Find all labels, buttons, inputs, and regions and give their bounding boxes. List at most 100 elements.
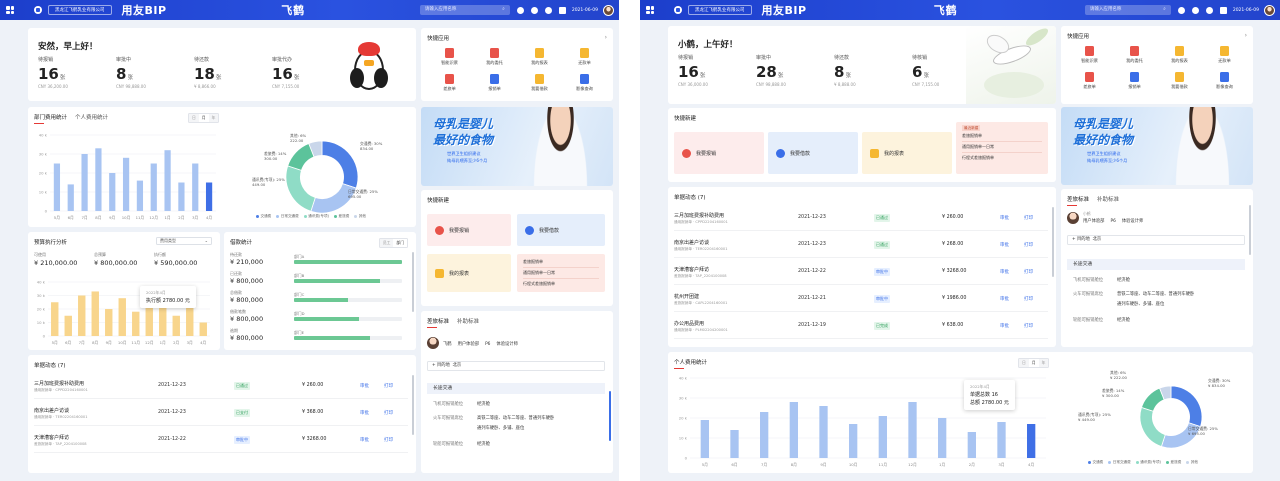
stat-pending-reimburse[interactable]: 待报销 16张 CNY 36,000.00 [678,54,708,87]
bar[interactable] [64,315,72,336]
docs-scrollbar[interactable] [412,375,414,435]
recent-general-reimburse[interactable]: 通用报销单—日常 [962,142,1042,153]
destination-input[interactable]: + 目的地 北京 [1067,235,1245,245]
message-icon[interactable] [1191,6,1199,14]
period-month[interactable]: 月 [1028,359,1039,367]
bell-icon[interactable] [1177,6,1185,14]
expense-type-select[interactable]: 费用类型 ⌄ [156,237,212,245]
approve-link[interactable]: 审批 [1000,215,1009,221]
quick-app-item[interactable]: 影像查询 [562,74,607,92]
table-row[interactable]: 三月加班费报补助费用 通用报销单 · CPPD2204160001 2021-12-… [34,375,408,399]
tab-travel-standard[interactable]: 差旅标准 [427,317,449,328]
bar[interactable] [136,180,144,211]
quick-app-item[interactable]: 我的报表 [1157,46,1202,64]
app-grid-icon[interactable] [646,6,654,14]
table-row[interactable]: 天津漕客户拜访 差旅报销单 · TAP_2204100008 2021-12-22 审… [674,261,1048,285]
search-icon[interactable]: ⌕ [502,5,505,15]
recent-travel-reimburse[interactable]: 差旅报销单 [962,131,1042,142]
bar[interactable] [908,402,917,458]
destination-input[interactable]: + 目的地 北京 [427,361,605,371]
search-input[interactable]: 请输入应用名称 ⌕ [419,5,510,15]
doc-name[interactable]: 南京出差户访谈 [34,407,69,414]
tab-personal-expense[interactable]: 个人费用统计 [75,113,108,121]
print-link[interactable]: 打印 [1024,323,1033,329]
home-icon[interactable] [674,6,682,14]
search-icon[interactable]: ⌕ [1163,5,1166,15]
bar[interactable] [997,422,1006,458]
new-reimburse-button[interactable]: 我要报销 [427,214,511,246]
bar[interactable] [849,424,858,458]
bar[interactable] [132,311,140,336]
org-selector[interactable]: 黑龙江飞鹤乳业有限公司 [688,5,752,15]
bar[interactable] [760,412,769,458]
stat-to-repay[interactable]: 待还款 18张 ¥ 8,866.00 [194,56,221,89]
bar[interactable] [789,402,798,458]
print-link[interactable]: 打印 [1024,242,1033,248]
period-year[interactable]: 年 [1038,359,1049,367]
table-row[interactable]: 天津漕客户拜访 差旅报销单 · TAP_2204100008 2021-12-22 审… [34,429,408,453]
bar[interactable] [122,157,130,211]
approve-link[interactable]: 审批 [1000,242,1009,248]
quick-app-item[interactable]: 还款单 [562,48,607,66]
recent-travel-reimburse[interactable]: 差旅报销单 [523,257,599,268]
bar[interactable] [700,420,709,458]
quick-app-item[interactable]: 我要借款 [1157,72,1202,90]
pie-slice[interactable] [321,140,359,189]
home-icon[interactable] [34,6,42,14]
bar[interactable] [118,298,126,336]
org-selector[interactable]: 黑龙江飞鹤乳业有限公司 [48,5,112,15]
avatar[interactable] [1263,4,1275,16]
bar[interactable] [164,150,171,211]
quick-app-item[interactable]: 我要借款 [517,74,562,92]
bar[interactable] [105,309,113,336]
bar[interactable] [199,322,207,337]
calendar-icon[interactable] [1219,6,1227,14]
print-link[interactable]: 打印 [1024,296,1033,302]
approve-link[interactable]: 审批 [360,437,369,443]
approve-link[interactable]: 审批 [1000,296,1009,302]
bar[interactable] [51,302,59,336]
travel-scrollbar[interactable] [609,391,611,441]
my-report-button[interactable]: 我的报表 [862,132,952,174]
table-row[interactable]: 三月加班费报补助费用 通用报销单 · CPPD2204160001 2021-12-… [674,207,1048,231]
chevron-right-icon[interactable]: › [1245,32,1247,39]
table-row[interactable]: 南京出差户访谈 通用报销单 · TER02204160001 2021-12-23 已… [674,234,1048,258]
print-link[interactable]: 打印 [384,383,393,389]
approve-link[interactable]: 审批 [1000,323,1009,329]
loan-scrollbar[interactable] [412,252,414,312]
bar[interactable] [109,173,116,211]
bar[interactable] [730,430,739,458]
bell-icon[interactable] [516,6,524,14]
bar[interactable] [186,306,194,336]
doc-name[interactable]: 三月加班费报补助费用 [674,212,724,219]
approve-link[interactable]: 审批 [360,383,369,389]
period-month[interactable]: 月 [198,114,209,122]
avatar[interactable] [602,4,614,16]
print-link[interactable]: 打印 [1024,215,1033,221]
chevron-right-icon[interactable]: › [605,34,607,41]
recent-itinerary-reimburse[interactable]: 行程式差旅报销单 [962,153,1042,163]
bar[interactable] [192,163,199,212]
doc-name[interactable]: 三月加班费报补助费用 [34,380,84,387]
doc-name[interactable]: 办公用品费用 [674,320,704,327]
table-row[interactable]: 办公用品费用 通用报销单 · PLM02204200001 2021-12-19 已完… [674,315,1048,339]
quick-app-item[interactable]: 还款单 [1202,46,1247,64]
bar[interactable] [878,416,887,458]
quick-app-item[interactable]: 智能识票 [1067,46,1112,64]
tab-allowance-standard[interactable]: 补助标准 [457,317,479,325]
period-day[interactable]: 日 [189,114,199,122]
stat-to-write-off[interactable]: 待核销 6张 CNY 7,155.00 [912,54,939,87]
my-report-button[interactable]: 我的报表 [427,254,511,292]
bar[interactable] [938,418,947,458]
stat-approving[interactable]: 审批中 8张 CNY 98,888.00 [116,56,146,89]
calendar-icon[interactable] [558,6,566,14]
table-row[interactable]: 杭州开团建 差旅报销单 · CAPL2204160001 2021-12-21 审批中… [674,288,1048,312]
stat-approval-todo[interactable]: 审批代办 16张 CNY 7,155.00 [272,56,299,89]
bar[interactable] [78,295,86,337]
tab-dept-expense[interactable]: 部门费用统计 [34,113,67,124]
stat-pending-reimburse[interactable]: 待报销 16张 CNY 36,200.00 [38,56,68,89]
stat-to-repay[interactable]: 待还款 8张 ¥ 8,888.00 [834,54,856,87]
new-loan-button[interactable]: 我要借款 [517,214,605,246]
pie-slice[interactable] [1139,406,1166,447]
doc-name[interactable]: 天津漕客户拜访 [674,266,709,273]
